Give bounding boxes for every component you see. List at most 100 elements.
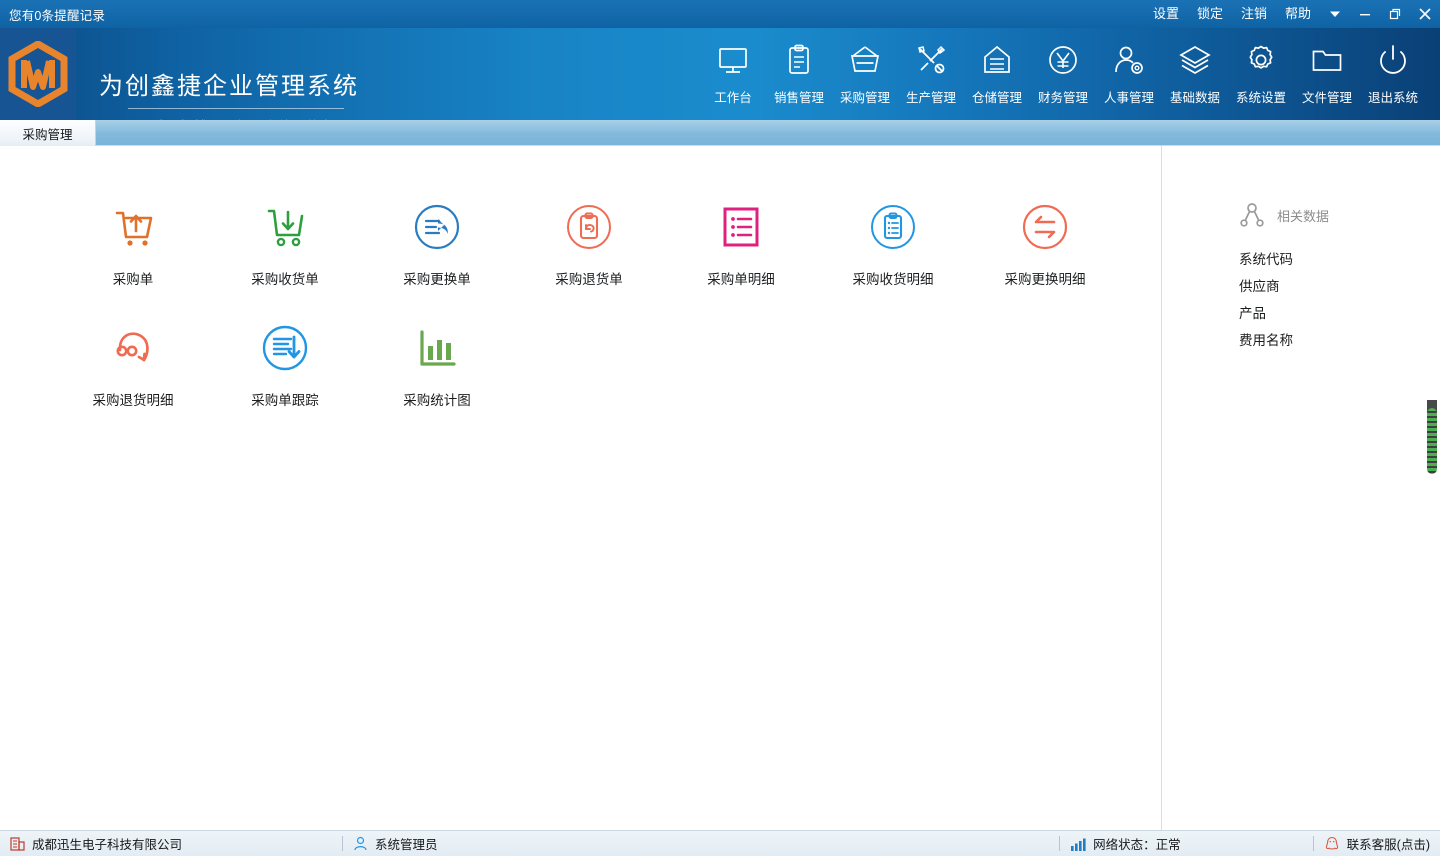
related-item-supplier[interactable]: 供应商 bbox=[1239, 273, 1293, 300]
tile-receipt-detail[interactable]: 采购收货明细 bbox=[817, 198, 969, 319]
list-document-icon bbox=[717, 198, 765, 256]
tab-strip: 采购管理 bbox=[0, 120, 1440, 146]
tile-purchase-exchange[interactable]: 采购更换单 bbox=[361, 198, 513, 319]
nav-item-hr[interactable]: 人事管理 bbox=[1096, 37, 1162, 106]
network-status: 网络状态：正常 bbox=[1093, 834, 1181, 853]
nav-item-finance[interactable]: 财务管理 bbox=[1030, 37, 1096, 106]
titlebar-menu-logout[interactable]: 注销 bbox=[1232, 0, 1276, 28]
clipboard-icon bbox=[782, 40, 816, 80]
nav-label: 基础数据 bbox=[1170, 87, 1220, 106]
doc-arrow-down-circle-icon bbox=[261, 319, 309, 377]
nav-label: 生产管理 bbox=[906, 87, 956, 106]
cart-up-icon bbox=[109, 198, 157, 256]
nav-item-files[interactable]: 文件管理 bbox=[1294, 37, 1360, 106]
related-data-title: 相关数据 bbox=[1277, 206, 1329, 225]
tools-icon bbox=[914, 40, 948, 80]
nav-item-production[interactable]: 生产管理 bbox=[898, 37, 964, 106]
nav-label: 工作台 bbox=[714, 87, 752, 106]
tile-purchase-chart[interactable]: 采购统计图 bbox=[361, 319, 513, 440]
tile-label: 采购单 bbox=[113, 268, 154, 288]
tile-label: 采购退货单 bbox=[555, 268, 623, 288]
nav-label: 人事管理 bbox=[1104, 87, 1154, 106]
tile-label: 采购单明细 bbox=[707, 268, 775, 288]
qq-penguin-icon bbox=[1324, 836, 1340, 852]
vertical-scrollbar-thumb[interactable] bbox=[1427, 408, 1437, 474]
tab-purchase-management[interactable]: 采购管理 bbox=[0, 120, 96, 146]
user-gear-icon bbox=[1112, 40, 1146, 80]
status-company: 成都迅生电子科技有限公司 bbox=[0, 831, 192, 857]
monitor-icon bbox=[716, 40, 750, 80]
hexagon-w-logo-icon bbox=[5, 41, 71, 107]
gear-icon bbox=[1244, 40, 1278, 80]
nav-item-purchase[interactable]: 采购管理 bbox=[832, 37, 898, 106]
nav-label: 采购管理 bbox=[840, 87, 890, 106]
vertical-scrollbar-track[interactable] bbox=[1425, 146, 1440, 830]
clipboard-lines-circle-icon bbox=[869, 198, 917, 256]
nav-label: 销售管理 bbox=[774, 87, 824, 106]
related-item-product[interactable]: 产品 bbox=[1239, 300, 1293, 327]
company-name: 成都迅生电子科技有限公司 bbox=[32, 834, 182, 853]
app-header: 为创鑫捷企业管理系统 团结 . 拼搏 . 创新 . 高效 . 共享 工作台 销售… bbox=[0, 28, 1440, 120]
related-item-system-code[interactable]: 系统代码 bbox=[1239, 246, 1293, 273]
layers-icon bbox=[1178, 40, 1212, 80]
power-icon bbox=[1376, 40, 1410, 80]
page-title: 为创鑫捷企业管理系统 bbox=[99, 66, 359, 101]
status-bar: 成都迅生电子科技有限公司 系统管理员 网络状态：正常 bbox=[0, 830, 1440, 856]
status-support[interactable]: 联系客服(点击) bbox=[1314, 831, 1440, 857]
content-area: 采购单 采购收货单 bbox=[0, 146, 1440, 830]
status-network: 网络状态：正常 bbox=[1060, 831, 1191, 857]
related-data-list: 系统代码 供应商 产品 费用名称 bbox=[1239, 246, 1293, 354]
nav-label: 文件管理 bbox=[1302, 87, 1352, 106]
tile-label: 采购更换明细 bbox=[1005, 268, 1086, 288]
dropdown-caret-icon[interactable] bbox=[1320, 0, 1350, 28]
tile-exchange-detail[interactable]: 采购更换明细 bbox=[969, 198, 1121, 319]
nav-label: 系统设置 bbox=[1236, 87, 1286, 106]
bar-chart-icon bbox=[413, 319, 461, 377]
tile-label: 采购更换单 bbox=[403, 268, 471, 288]
title-bar: 您有0条提醒记录 设置 锁定 注销 帮助 bbox=[0, 0, 1440, 28]
module-tile-grid: 采购单 采购收货单 bbox=[57, 198, 1127, 440]
support-link[interactable]: 联系客服(点击) bbox=[1347, 834, 1430, 853]
main-navigation: 工作台 销售管理 采购管理 bbox=[700, 37, 1426, 106]
tile-order-tracking[interactable]: 采购单跟踪 bbox=[209, 319, 361, 440]
nav-item-workbench[interactable]: 工作台 bbox=[700, 37, 766, 106]
nav-item-exit[interactable]: 退出系统 bbox=[1360, 37, 1426, 106]
user-icon bbox=[353, 836, 368, 851]
tile-return-detail[interactable]: 采购退货明细 bbox=[57, 319, 209, 440]
signal-bars-icon bbox=[1070, 837, 1086, 851]
titlebar-menu-settings[interactable]: 设置 bbox=[1144, 0, 1188, 28]
tile-purchase-return[interactable]: 采购退货单 bbox=[513, 198, 665, 319]
module-grid-panel: 采购单 采购收货单 bbox=[0, 146, 1162, 830]
relation-node-icon bbox=[1239, 202, 1269, 228]
warehouse-icon bbox=[980, 40, 1014, 80]
nav-item-warehouse[interactable]: 仓储管理 bbox=[964, 37, 1030, 106]
nav-label: 仓储管理 bbox=[972, 87, 1022, 106]
nav-item-settings[interactable]: 系统设置 bbox=[1228, 37, 1294, 106]
titlebar-menu-lock[interactable]: 锁定 bbox=[1188, 0, 1232, 28]
restore-icon[interactable] bbox=[1380, 0, 1410, 28]
tab-label: 采购管理 bbox=[22, 124, 72, 143]
folder-icon bbox=[1310, 40, 1344, 80]
status-user: 系统管理员 bbox=[343, 831, 448, 857]
tile-purchase-receipt[interactable]: 采购收货单 bbox=[209, 198, 361, 319]
clipboard-return-circle-icon bbox=[565, 198, 613, 256]
related-item-fee-name[interactable]: 费用名称 bbox=[1239, 327, 1293, 354]
glasses-return-icon bbox=[109, 319, 157, 377]
nav-item-basedata[interactable]: 基础数据 bbox=[1162, 37, 1228, 106]
basket-icon bbox=[848, 40, 882, 80]
brand-divider bbox=[128, 108, 344, 109]
exchange-arrow-circle-icon bbox=[413, 198, 461, 256]
titlebar-menu-help[interactable]: 帮助 bbox=[1276, 0, 1320, 28]
related-data-header: 相关数据 bbox=[1239, 202, 1329, 228]
reminder-notice[interactable]: 您有0条提醒记录 bbox=[9, 5, 105, 24]
related-data-panel: 相关数据 系统代码 供应商 产品 费用名称 bbox=[1163, 146, 1440, 830]
close-icon[interactable] bbox=[1410, 0, 1440, 28]
nav-item-sales[interactable]: 销售管理 bbox=[766, 37, 832, 106]
minimize-icon[interactable] bbox=[1350, 0, 1380, 28]
app-logo bbox=[0, 28, 76, 120]
building-icon bbox=[10, 836, 25, 851]
tile-purchase-order[interactable]: 采购单 bbox=[57, 198, 209, 319]
tile-label: 采购统计图 bbox=[403, 389, 471, 409]
tile-label: 采购退货明细 bbox=[93, 389, 174, 409]
tile-purchase-order-detail[interactable]: 采购单明细 bbox=[665, 198, 817, 319]
